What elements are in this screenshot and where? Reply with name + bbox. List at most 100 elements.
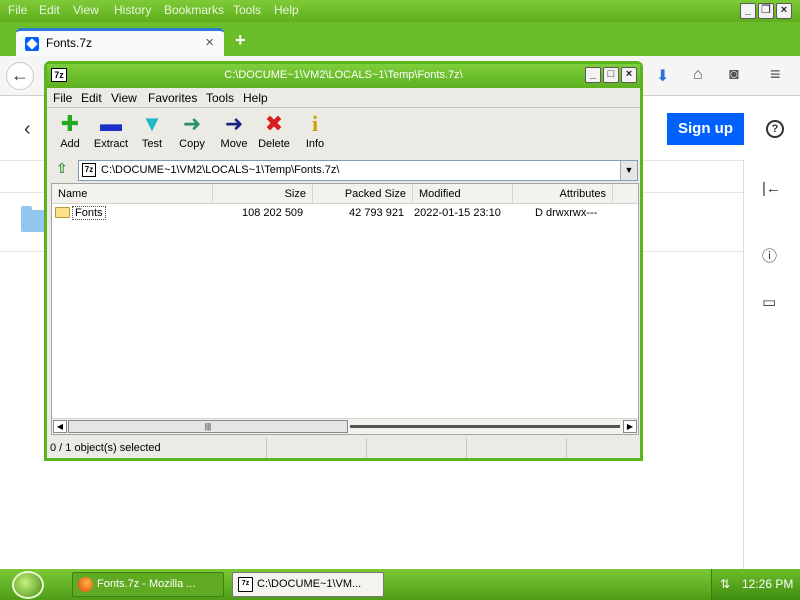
page-back-icon[interactable]: ‹	[24, 118, 31, 141]
firefox-icon	[78, 577, 93, 592]
row-size: 108 202 509	[242, 207, 304, 219]
close-button[interactable]: ×	[776, 3, 792, 19]
collapse-panel-icon[interactable]: |←	[762, 180, 781, 197]
test-button[interactable]: ▼ Test	[137, 111, 167, 151]
add-button[interactable]: ✚ Add	[55, 111, 85, 151]
status-bar: 0 / 1 object(s) selected	[47, 438, 640, 458]
status-cell	[367, 438, 467, 458]
clock[interactable]: 12:26 PM	[742, 577, 793, 591]
taskbar-item-label: Fonts.7z - Mozilla ...	[97, 578, 196, 590]
menu-edit[interactable]: Edit	[81, 91, 102, 105]
delete-label: Delete	[258, 138, 290, 150]
menu-tools[interactable]: Tools	[206, 91, 234, 105]
7zip-toolbar: ✚ Add ▬ Extract ▼ Test ➜ Copy ➜ Move ✖ D…	[47, 108, 640, 156]
scroll-right-icon[interactable]: ▶	[623, 420, 637, 433]
7zip-window-controls: _ □ ×	[585, 67, 637, 83]
test-label: Test	[141, 138, 163, 150]
network-icon[interactable]: ⇅	[720, 577, 730, 591]
info-label: Info	[305, 138, 325, 150]
extract-icon: ▬	[100, 111, 122, 136]
menu-file[interactable]: File	[8, 3, 27, 17]
info-icon[interactable]: ⓘ	[762, 245, 777, 266]
firefox-menubar: File Edit View History Bookmarks Tools H…	[0, 0, 800, 22]
move-icon: ➜	[224, 111, 244, 136]
firefox-tabbar: Fonts.7z ×	[0, 22, 800, 56]
minimize-button[interactable]: _	[740, 3, 756, 19]
menu-file[interactable]: File	[53, 91, 72, 105]
7zip-menubar: File Edit View Favorites Tools Help	[47, 88, 640, 108]
address-row: ⇧ 7z C:\DOCUME~1\VM2\LOCALS~1\Temp\Fonts…	[47, 158, 640, 182]
row-attributes: D drwxrwx---	[535, 207, 598, 219]
test-icon: ▼	[141, 111, 163, 136]
chevron-down-icon[interactable]: ▼	[620, 161, 637, 180]
horizontal-scrollbar[interactable]: ◀ ||| ▶	[52, 418, 638, 434]
column-packed-size[interactable]: Packed Size	[313, 184, 413, 204]
tab-close-icon[interactable]: ×	[205, 34, 214, 51]
table-row[interactable]: Fonts 108 202 509 42 793 921 2022-01-15 …	[52, 205, 638, 223]
close-button[interactable]: ×	[621, 67, 637, 83]
maximize-button[interactable]: □	[603, 67, 619, 83]
list-header: Name Size Packed Size Modified Attribute…	[52, 184, 638, 204]
status-cell	[467, 438, 567, 458]
new-tab-button[interactable]: +	[235, 30, 246, 51]
help-icon[interactable]: ?	[766, 120, 784, 138]
menu-history[interactable]: History	[114, 3, 151, 17]
menu-edit[interactable]: Edit	[39, 3, 60, 17]
tab-title: Fonts.7z	[46, 36, 93, 50]
column-attributes[interactable]: Attributes	[513, 184, 613, 204]
folder-icon	[55, 207, 70, 218]
column-size[interactable]: Size	[213, 184, 313, 204]
7zip-title: C:\DOCUME~1\VM2\LOCALS~1\Temp\Fonts.7z\	[224, 69, 463, 81]
system-tray: ⇅ 12:26 PM	[711, 569, 800, 600]
tab-fonts-7z[interactable]: Fonts.7z ×	[16, 28, 224, 56]
restore-button[interactable]: ❐	[758, 3, 774, 19]
add-icon: ✚	[60, 111, 80, 136]
hamburger-menu-icon[interactable]: ≡	[770, 64, 781, 85]
menu-help[interactable]: Help	[243, 91, 268, 105]
pocket-icon[interactable]: ◙	[729, 66, 739, 84]
delete-icon: ✖	[264, 111, 284, 136]
row-modified: 2022-01-15 23:10	[414, 207, 501, 219]
home-icon[interactable]: ⌂	[693, 66, 703, 84]
menu-tools[interactable]: Tools	[233, 3, 261, 17]
sign-up-button[interactable]: Sign up	[667, 113, 744, 145]
delete-button[interactable]: ✖ Delete	[256, 111, 292, 151]
firefox-window-controls: _ ❐ ×	[740, 3, 792, 19]
scroll-left-icon[interactable]: ◀	[53, 420, 67, 433]
menu-help[interactable]: Help	[274, 3, 299, 17]
row-packed-size: 42 793 921	[349, 207, 405, 219]
copy-button[interactable]: ➜ Copy	[175, 111, 209, 151]
taskbar: Fonts.7z - Mozilla ... 7z C:\DOCUME~1\VM…	[0, 569, 800, 600]
menu-favorites[interactable]: Favorites	[148, 91, 197, 105]
menu-view[interactable]: View	[73, 3, 99, 17]
taskbar-item-7zip[interactable]: 7z C:\DOCUME~1\VM...	[232, 572, 384, 597]
extract-button[interactable]: ▬ Extract	[91, 111, 131, 151]
download-icon[interactable]: ⬇	[656, 66, 669, 86]
column-modified[interactable]: Modified	[413, 184, 513, 204]
menu-bookmarks[interactable]: Bookmarks	[164, 3, 224, 17]
up-folder-icon[interactable]: ⇧	[51, 160, 73, 180]
move-label: Move	[220, 138, 248, 150]
back-button[interactable]: ←	[6, 62, 34, 90]
7zip-titlebar[interactable]: 7z C:\DOCUME~1\VM2\LOCALS~1\Temp\Fonts.7…	[47, 64, 640, 88]
start-button[interactable]	[12, 571, 44, 599]
file-list: Name Size Packed Size Modified Attribute…	[51, 183, 639, 435]
taskbar-item-firefox[interactable]: Fonts.7z - Mozilla ...	[72, 572, 224, 597]
extract-label: Extract	[93, 138, 129, 150]
column-name[interactable]: Name	[52, 184, 213, 204]
comment-icon[interactable]: ▭	[762, 293, 776, 311]
status-text: 0 / 1 object(s) selected	[47, 438, 267, 458]
add-label: Add	[60, 138, 80, 150]
copy-icon: ➜	[182, 111, 202, 136]
scroll-thumb[interactable]: |||	[68, 420, 348, 433]
menu-view[interactable]: View	[111, 91, 137, 105]
scroll-track[interactable]	[350, 425, 620, 428]
divider	[743, 160, 744, 570]
minimize-button[interactable]: _	[585, 67, 601, 83]
info-button[interactable]: i Info	[301, 112, 329, 151]
row-name: Fonts	[72, 206, 106, 220]
move-button[interactable]: ➜ Move	[216, 111, 252, 151]
taskbar-item-label: C:\DOCUME~1\VM...	[257, 578, 362, 590]
address-field[interactable]: 7z C:\DOCUME~1\VM2\LOCALS~1\Temp\Fonts.7…	[78, 160, 638, 181]
dropbox-icon	[25, 37, 39, 51]
